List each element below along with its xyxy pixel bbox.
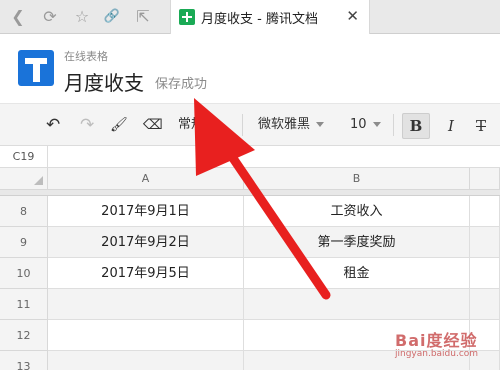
font-size-dropdown[interactable]: 10 <box>350 114 381 136</box>
row-number[interactable]: 11 <box>0 289 48 320</box>
clear-format-icon[interactable]: ⌫ <box>143 114 163 136</box>
row-number[interactable]: 12 <box>0 320 48 351</box>
column-header-b[interactable]: B <box>244 168 470 190</box>
toolbar-divider <box>393 114 394 136</box>
cell-a[interactable] <box>48 351 244 370</box>
number-format-dropdown[interactable]: 常规 <box>178 114 204 136</box>
row-number[interactable]: 10 <box>0 258 48 289</box>
toolbar-divider <box>242 114 243 136</box>
sheet-icon <box>179 9 195 25</box>
cell-b[interactable]: 第一季度奖励 <box>244 227 470 258</box>
column-header-a[interactable]: A <box>48 168 244 190</box>
cell-a[interactable]: 2017年9月5日 <box>48 258 244 289</box>
cell-a[interactable]: 2017年9月1日 <box>48 196 244 227</box>
column-header-c[interactable] <box>470 168 500 190</box>
row-number[interactable]: 9 <box>0 227 48 258</box>
cell-a[interactable]: 2017年9月2日 <box>48 227 244 258</box>
chevron-down-icon <box>316 122 325 127</box>
link-icon[interactable]: 🔗 <box>102 7 122 27</box>
table-row: 10 2017年9月5日 租金 <box>0 258 500 289</box>
cell-b[interactable] <box>244 289 470 320</box>
table-row: 8 2017年9月1日 工资收入 <box>0 196 500 227</box>
italic-button[interactable]: I <box>440 113 462 139</box>
cell-b[interactable]: 工资收入 <box>244 196 470 227</box>
cell-a[interactable] <box>48 289 244 320</box>
browser-tab[interactable]: 月度收支 - 腾讯文档 ✕ <box>170 0 370 34</box>
table-row: 9 2017年9月2日 第一季度奖励 <box>0 227 500 258</box>
row-number[interactable]: 8 <box>0 196 48 227</box>
cell-a[interactable] <box>48 320 244 351</box>
row-number[interactable]: 13 <box>0 351 48 370</box>
back-icon[interactable]: ❮ <box>8 7 28 27</box>
cell-b[interactable]: 租金 <box>244 258 470 289</box>
font-family-dropdown[interactable]: 微软雅黑 <box>258 114 325 136</box>
chevron-down-icon <box>372 122 381 127</box>
tencent-docs-logo[interactable] <box>18 50 54 86</box>
toolbar: ↶ ↷ 🖌 ⌫ 常规 微软雅黑 10 B I T <box>0 104 500 146</box>
select-all-corner[interactable] <box>0 168 48 190</box>
redo-icon[interactable]: ↷ <box>80 114 94 136</box>
cell-reference[interactable]: C19 <box>0 146 48 168</box>
doc-type-label: 在线表格 <box>64 50 108 63</box>
tab-title: 月度收支 - 腾讯文档 <box>201 12 318 27</box>
refresh-icon[interactable]: ⟳ <box>40 7 60 27</box>
watermark-logo: Bai度经验 <box>395 331 478 350</box>
bold-button[interactable]: B <box>402 113 430 139</box>
close-icon[interactable]: ✕ <box>346 7 359 25</box>
share-icon[interactable]: ⇱ <box>133 7 153 27</box>
cell-c[interactable] <box>470 289 500 320</box>
cell-c[interactable] <box>470 196 500 227</box>
paint-format-icon[interactable]: 🖌 <box>110 114 128 136</box>
undo-icon[interactable]: ↶ <box>46 114 60 136</box>
doc-title[interactable]: 月度收支 <box>64 67 144 96</box>
cell-c[interactable] <box>470 227 500 258</box>
doc-header: 在线表格 月度收支 保存成功 <box>0 34 500 104</box>
strikethrough-button[interactable]: T <box>470 113 492 139</box>
browser-tab-strip: ❮ ⟳ ☆ 🔗 ⇱ 月度收支 - 腾讯文档 ✕ <box>0 0 500 34</box>
save-status: 保存成功 <box>155 77 208 92</box>
watermark-url: jingyan.baidu.com <box>395 349 479 359</box>
table-row: 11 <box>0 289 500 320</box>
cell-c[interactable] <box>470 258 500 289</box>
bookmark-icon[interactable]: ☆ <box>72 7 92 27</box>
formula-bar: C19 <box>0 146 500 168</box>
watermark: Bai度经验 jingyan.baidu.com <box>393 327 493 365</box>
